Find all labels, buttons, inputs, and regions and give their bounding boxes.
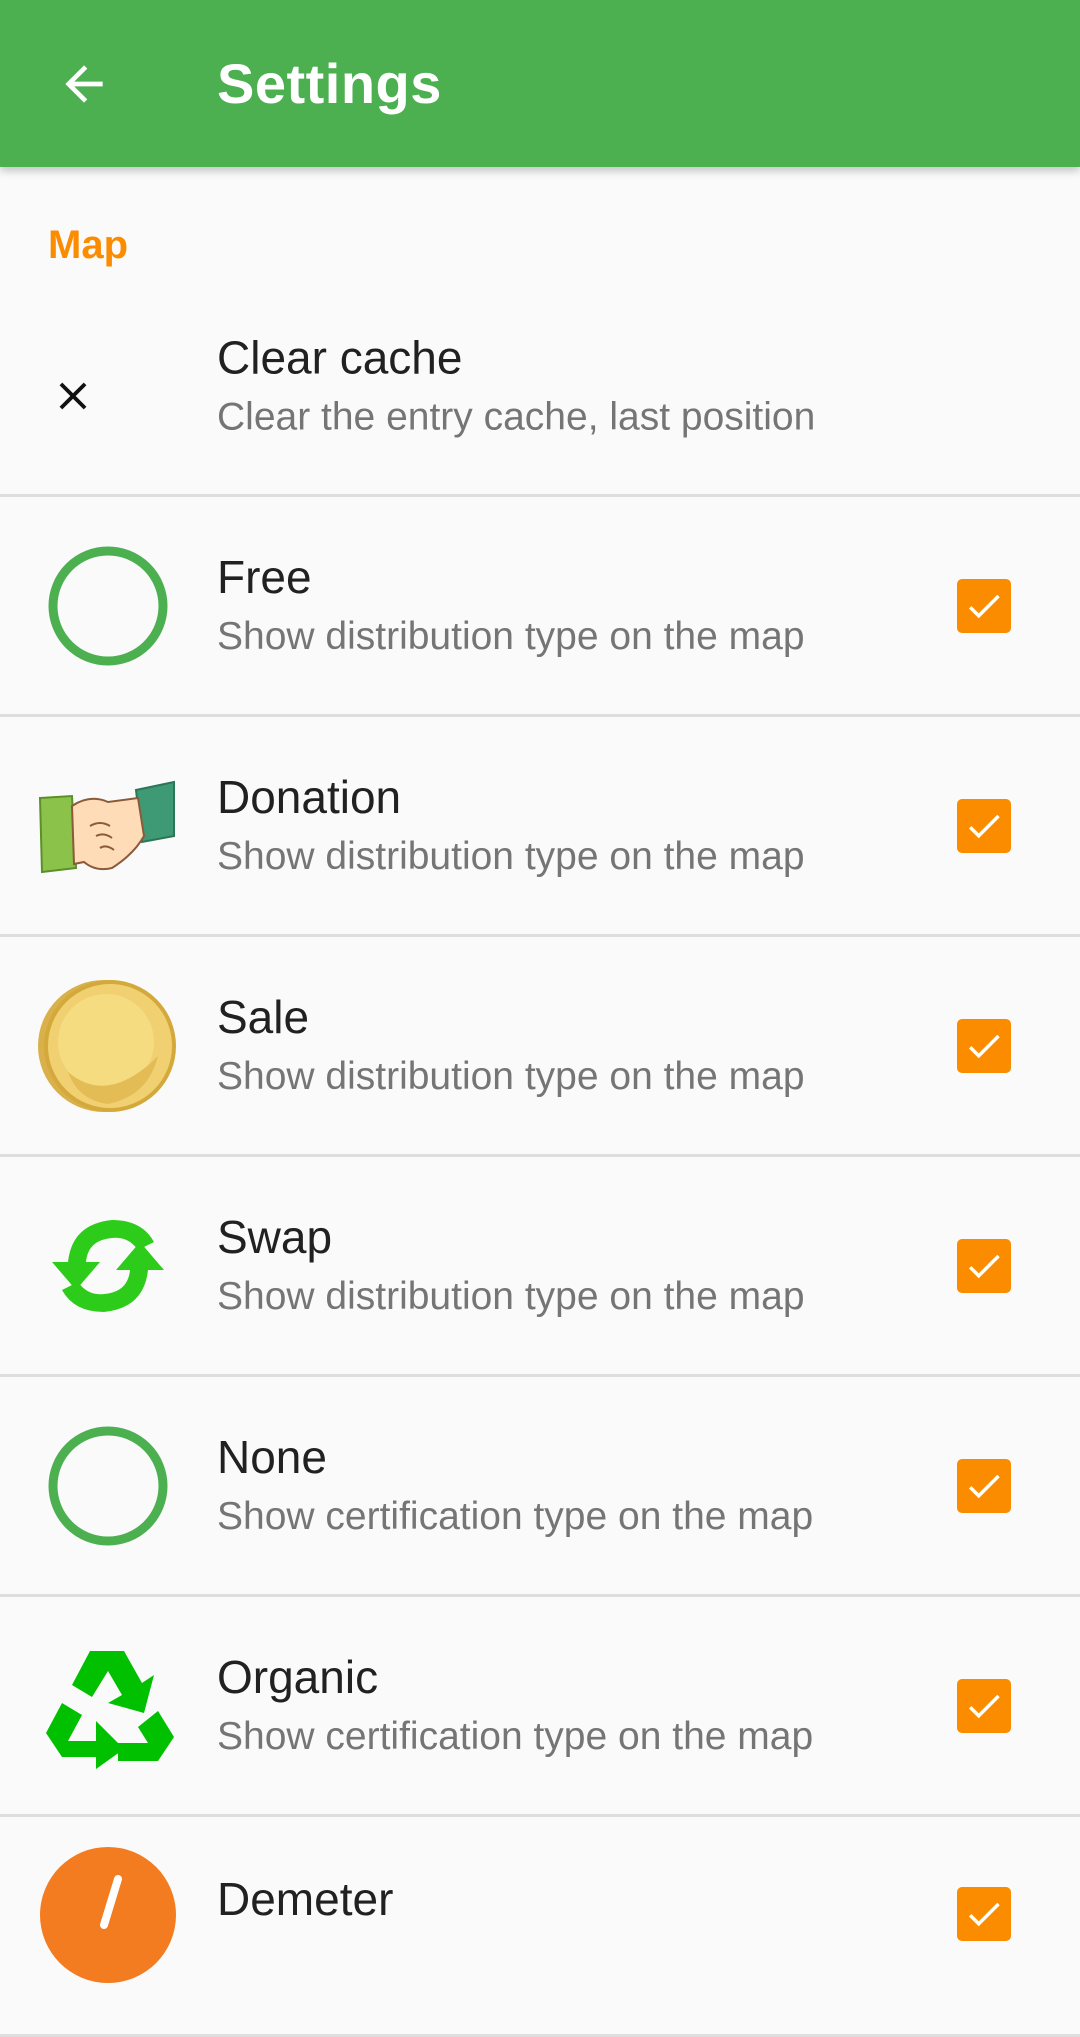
pref-summary: Show distribution type on the map — [217, 834, 805, 878]
pref-title: Organic — [217, 1650, 379, 1703]
check-icon — [968, 594, 1000, 618]
gold-coin-icon — [36, 974, 180, 1118]
pref-summary: Show distribution type on the map — [217, 1274, 805, 1318]
pref-title: Sale — [217, 990, 310, 1043]
checkbox-demeter[interactable] — [957, 1887, 1011, 1941]
checkbox-donation[interactable] — [957, 798, 1011, 853]
pref-title: Free — [217, 550, 312, 603]
check-icon — [968, 1694, 1000, 1718]
green-circle-icon — [36, 1414, 180, 1558]
pref-title: Demeter — [217, 1873, 394, 1925]
pref-sale[interactable]: Sale Show distribution type on the map — [0, 937, 1080, 1157]
app-bar: Settings — [0, 0, 1080, 167]
pref-title: None — [217, 1430, 327, 1483]
pref-swap[interactable]: Swap Show distribution type on the map — [0, 1157, 1080, 1377]
section-header-map: Map — [48, 223, 128, 267]
pref-free[interactable]: Free Show distribution type on the map — [0, 497, 1080, 717]
swap-arrows-icon — [36, 1194, 180, 1338]
pref-donation[interactable]: Donation Show distribution type on the m… — [0, 717, 1080, 937]
pref-summary: Clear the entry cache, last position — [217, 395, 816, 439]
arrow-back-icon — [65, 65, 103, 103]
pref-title: Clear cache — [217, 331, 463, 384]
pref-none[interactable]: None Show certification type on the map — [0, 1377, 1080, 1597]
green-circle-icon — [36, 534, 180, 678]
page-title: Settings — [217, 52, 442, 115]
pref-summary: Show distribution type on the map — [217, 1054, 805, 1098]
check-icon — [968, 1254, 1000, 1278]
handshake-icon — [36, 754, 180, 898]
demeter-icon — [36, 1843, 180, 1987]
clear-cache-pref[interactable]: Clear cache Clear the entry cache, last … — [0, 297, 1080, 497]
pref-summary: Show certification type on the map — [217, 1714, 814, 1758]
check-icon — [968, 814, 1000, 838]
pref-demeter[interactable]: Demeter — [0, 1817, 1080, 2037]
pref-organic[interactable]: Organic Show certification type on the m… — [0, 1597, 1080, 1817]
checkbox-none[interactable] — [957, 1458, 1011, 1513]
pref-summary: Show certification type on the map — [217, 1494, 814, 1538]
close-icon — [36, 324, 180, 468]
check-icon — [968, 1902, 1000, 1927]
check-icon — [968, 1474, 1000, 1498]
settings-list: Map Clear cache Clear the entry cache, l… — [0, 167, 1080, 2037]
checkbox-free[interactable] — [957, 578, 1011, 633]
pref-title: Donation — [217, 770, 402, 823]
check-icon — [968, 1034, 1000, 1058]
back-button[interactable] — [36, 36, 132, 132]
checkbox-organic[interactable] — [957, 1678, 1011, 1733]
recycle-icon — [36, 1634, 180, 1778]
pref-title: Swap — [217, 1210, 333, 1263]
checkbox-sale[interactable] — [957, 1018, 1011, 1073]
checkbox-swap[interactable] — [957, 1238, 1011, 1293]
pref-summary: Show distribution type on the map — [217, 614, 805, 658]
